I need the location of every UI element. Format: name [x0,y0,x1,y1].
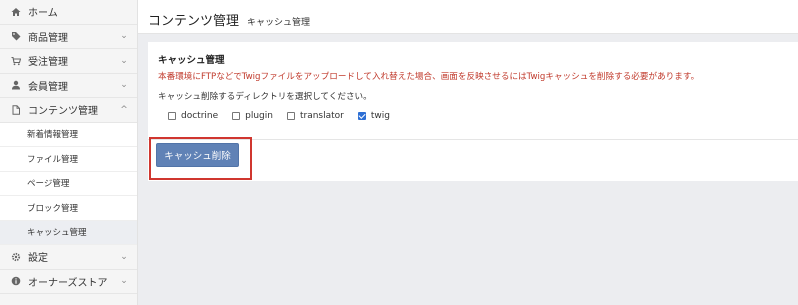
warning-text: 本番環境にFTPなどでTwigファイルをアップロードして入れ替えた場合、画面を反… [158,72,700,82]
file-icon [10,104,22,116]
cart-icon [10,55,22,67]
sidebar-item-label: ホーム [28,8,58,20]
sidebar: ホーム 商品管理 ⌄ 受注管理 ⌄ 会員管理 ⌄ コンテンツ管理 ^ 新着情報管… [0,0,138,305]
sidebar-item-label: 商品管理 [28,32,68,44]
sidebar-item-orders[interactable]: 受注管理 ⌄ [0,49,137,74]
info-icon [10,275,22,287]
sidebar-item-settings[interactable]: 設定 ⌄ [0,245,137,270]
sidebar-subitem-label: ファイル管理 [27,154,79,165]
sidebar-subitem-label: 新着情報管理 [27,130,79,141]
sidebar-subitem-blocks[interactable]: ブロック管理 [0,196,137,221]
checkbox-box[interactable] [232,112,241,120]
sidebar-subitem-label: ページ管理 [27,179,70,190]
directory-checkboxes: doctrine plugin translator twig [158,111,788,121]
sidebar-subitem-pages[interactable]: ページ管理 [0,171,137,196]
breadcrumb: キャッシュ管理 [247,18,311,28]
sidebar-item-members[interactable]: 会員管理 ⌄ [0,74,137,98]
card-title: キャッシュ管理 [158,55,225,66]
cache-card: キャッシュ管理 本番環境にFTPなどでTwigファイルをアップロードして入れ替え… [148,42,798,181]
checkbox-plugin[interactable]: plugin [232,111,273,121]
checkbox-label: doctrine [181,111,219,121]
sidebar-item-label: オーナーズストア [28,277,108,289]
chevron-down-icon: ⌄ [120,31,128,42]
sidebar-item-products[interactable]: 商品管理 ⌄ [0,25,137,49]
sidebar-item-label: 会員管理 [28,81,68,93]
sidebar-item-home[interactable]: ホーム [0,0,137,25]
checkbox-box-checked[interactable] [357,112,366,120]
sidebar-subitem-label: キャッシュ管理 [27,228,87,239]
sidebar-subitem-files[interactable]: ファイル管理 [0,147,137,172]
checkbox-label: translator [299,111,344,121]
sidebar-subitem-cache[interactable]: キャッシュ管理 [0,220,137,245]
sidebar-item-ownersstore[interactable]: オーナーズストア ⌄ [0,270,137,294]
card-body: キャッシュ管理 本番環境にFTPなどでTwigファイルをアップロードして入れ替え… [148,42,798,140]
delete-cache-button[interactable]: キャッシュ削除 [156,143,239,167]
app: ホーム 商品管理 ⌄ 受注管理 ⌄ 会員管理 ⌄ コンテンツ管理 ^ 新着情報管… [0,0,798,305]
checkbox-doctrine[interactable]: doctrine [168,111,218,121]
chevron-down-icon: ⌄ [120,251,128,262]
checkbox-label: plugin [245,111,273,121]
chevron-down-icon: ⌄ [120,55,128,66]
page-title: コンテンツ管理 [148,14,240,29]
home-icon [10,6,22,18]
sidebar-item-contents[interactable]: コンテンツ管理 ^ [0,98,137,123]
page-header: コンテンツ管理 キャッシュ管理 [138,0,798,34]
card-footer: キャッシュ削除 [148,137,798,180]
sidebar-item-label: 受注管理 [28,57,68,69]
checkbox-label: twig [370,111,390,121]
sidebar-subitem-news[interactable]: 新着情報管理 [0,122,137,147]
sidebar-item-label: 設定 [28,253,48,265]
tag-icon [10,30,22,42]
checkbox-box[interactable] [168,112,176,120]
chevron-up-icon: ^ [120,104,128,115]
user-icon [10,79,22,91]
gear-icon [10,251,22,263]
checkbox-translator[interactable]: translator [286,111,344,121]
sidebar-item-label: コンテンツ管理 [28,106,98,118]
checkbox-twig[interactable]: twig [357,111,390,121]
main-content: コンテンツ管理 キャッシュ管理 キャッシュ管理 本番環境にFTPなどでTwigフ… [138,0,798,305]
description-text: キャッシュ削除するディレクトリを選択してください。 [158,92,372,102]
checkbox-box[interactable] [286,112,295,120]
chevron-down-icon: ⌄ [120,276,128,287]
chevron-down-icon: ⌄ [120,80,128,91]
sidebar-subitem-label: ブロック管理 [27,203,79,214]
